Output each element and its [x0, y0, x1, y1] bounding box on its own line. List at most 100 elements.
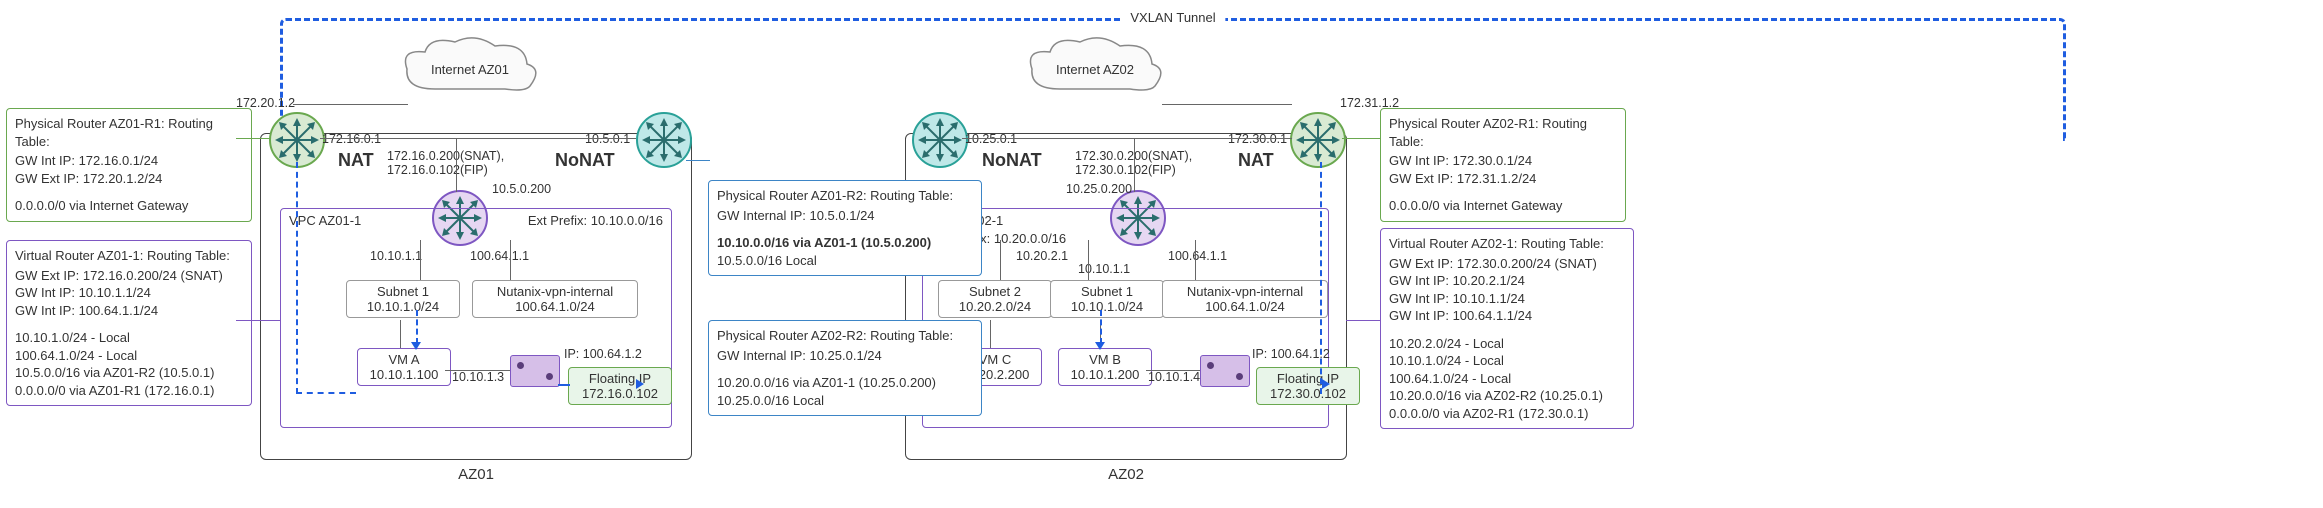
fip-az01: Floating IP 172.16.0.102: [568, 367, 672, 405]
az01-vr-sub1: 10.10.1.1: [370, 249, 422, 263]
vpn-az02-cidr: 100.64.1.0/24: [1169, 299, 1321, 314]
virt-r-az01-r4: 0.0.0.0/0 via AZ01-R1 (172.16.0.1): [15, 382, 243, 400]
phys-r1-az02-l3: 0.0.0.0/0 via Internet Gateway: [1389, 197, 1617, 215]
az02-vm-to-vpn: 10.10.1.4: [1148, 370, 1200, 384]
vpn-appliance-az02: [1200, 355, 1250, 387]
vpn-ip-az01: IP: 100.64.1.2: [564, 347, 642, 361]
subnet1-az01: Subnet 1 10.10.1.0/24: [346, 280, 460, 318]
vm-a-ip: 10.10.1.100: [364, 367, 444, 382]
vpn-az01-name: Nutanix-vpn-internal: [479, 284, 631, 299]
az01-r1-int: 172.16.0.1: [322, 132, 381, 146]
phys-r2-az02-box: Physical Router AZ02-R2: Routing Table: …: [708, 320, 982, 416]
fip-az02: Floating IP 172.30.0.102: [1256, 367, 1360, 405]
phys-r1-az01-l1: GW Int IP: 172.16.0.1/24: [15, 152, 243, 170]
az01-r2-int: 10.5.0.1: [585, 132, 630, 146]
router-az01-r2: [636, 112, 692, 168]
virt-r-az01-title: Virtual Router AZ01-1: Routing Table:: [15, 247, 243, 265]
az02-r1-int: 172.30.0.1: [1228, 132, 1287, 146]
virt-r-az01-l1: GW Ext IP: 172.16.0.200/24 (SNAT): [15, 267, 243, 285]
virt-r-az02-l1: GW Ext IP: 172.30.0.200/24 (SNAT): [1389, 255, 1625, 273]
vm-b-name: VM B: [1065, 352, 1145, 367]
subnet1-az02-name: Subnet 1: [1057, 284, 1157, 299]
vm-a: VM A 10.10.1.100: [357, 348, 451, 386]
phys-r1-az02-title: Physical Router AZ02-R1: Routing Table:: [1389, 115, 1617, 150]
phys-r2-az01-r2: 10.5.0.0/16 Local: [717, 252, 973, 270]
phys-r2-az01-r1: 10.10.0.0/16 via AZ01-1 (10.5.0.200): [717, 234, 973, 252]
subnet1-az02-cidr: 10.10.1.0/24: [1057, 299, 1157, 314]
phys-r2-az01-l1: GW Internal IP: 10.5.0.1/24: [717, 207, 973, 225]
az02-r2-vr: 10.25.0.200: [1066, 182, 1132, 196]
subnet1-az01-cidr: 10.10.1.0/24: [353, 299, 453, 314]
cloud-az01-label: Internet AZ01: [395, 62, 545, 77]
virt-r-az02-r1: 10.20.2.0/24 - Local: [1389, 335, 1625, 353]
fip-az01-ip: 172.16.0.102: [575, 386, 665, 401]
fip-az01-label: Floating IP: [575, 371, 665, 386]
az02-vr-vpn: 100.64.1.1: [1168, 249, 1227, 263]
nat-az02: NAT: [1238, 150, 1274, 171]
virt-r-az02-r2: 10.10.1.0/24 - Local: [1389, 352, 1625, 370]
virt-r-az02-r3: 100.64.1.0/24 - Local: [1389, 370, 1625, 388]
virt-r-az01-l2: GW Int IP: 10.10.1.1/24: [15, 284, 243, 302]
fip-az02-label: Floating IP: [1263, 371, 1353, 386]
az02-vr-sub2: 10.20.2.1: [1016, 249, 1068, 263]
phys-r2-az01-box: Physical Router AZ01-R2: Routing Table: …: [708, 180, 982, 276]
router-az02-r1: [1290, 112, 1346, 168]
az01-vr-vpn: 100.64.1.1: [470, 249, 529, 263]
az01-r2-vr: 10.5.0.200: [492, 182, 551, 196]
subnet1-az01-name: Subnet 1: [353, 284, 453, 299]
phys-r2-az02-title: Physical Router AZ02-R2: Routing Table:: [717, 327, 973, 345]
vm-a-name: VM A: [364, 352, 444, 367]
vpn-ip-az02: IP: 100.64.1.2: [1252, 347, 1330, 361]
router-az01-r1: [269, 112, 325, 168]
nat-az01: NAT: [338, 150, 374, 171]
phys-r1-az01-box: Physical Router AZ01-R1: Routing Table: …: [6, 108, 252, 222]
virt-r-az02-l3: GW Int IP: 10.10.1.1/24: [1389, 290, 1625, 308]
subnet1-az02: Subnet 1 10.10.1.0/24: [1050, 280, 1164, 318]
az01-r1-vr: 172.16.0.200(SNAT), 172.16.0.102(FIP): [387, 149, 504, 177]
vpn-az02: Nutanix-vpn-internal 100.64.1.0/24: [1162, 280, 1328, 318]
virt-r-az01-r1: 10.10.1.0/24 - Local: [15, 329, 243, 347]
virt-r-az02-box: Virtual Router AZ02-1: Routing Table: GW…: [1380, 228, 1634, 429]
phys-r2-az02-r2: 10.25.0.0/16 Local: [717, 392, 973, 410]
phys-r1-az02-box: Physical Router AZ02-R1: Routing Table: …: [1380, 108, 1626, 222]
phys-r1-az01-title: Physical Router AZ01-R1: Routing Table:: [15, 115, 243, 150]
az02-label: AZ02: [1108, 466, 1144, 483]
virt-r-az01-r3: 10.5.0.0/16 via AZ01-R2 (10.5.0.1): [15, 364, 243, 382]
virt-r-az01-box: Virtual Router AZ01-1: Routing Table: GW…: [6, 240, 252, 406]
vpn-az01: Nutanix-vpn-internal 100.64.1.0/24: [472, 280, 638, 318]
virt-r-az02-r5: 0.0.0.0/0 via AZ02-R1 (172.30.0.1): [1389, 405, 1625, 423]
vpn-az02-name: Nutanix-vpn-internal: [1169, 284, 1321, 299]
router-az02-r2: [912, 112, 968, 168]
vm-b: VM B 10.10.1.200: [1058, 348, 1152, 386]
az01-vm-to-vpn: 10.10.1.3: [452, 370, 504, 384]
phys-r1-az02-l2: GW Ext IP: 172.31.1.2/24: [1389, 170, 1617, 188]
phys-r1-az01-l2: GW Ext IP: 172.20.1.2/24: [15, 170, 243, 188]
phys-r2-az02-l1: GW Internal IP: 10.25.0.1/24: [717, 347, 973, 365]
nonat-az02: NoNAT: [982, 150, 1042, 171]
phys-r1-az01-l3: 0.0.0.0/0 via Internet Gateway: [15, 197, 243, 215]
subnet2-az02-cidr: 10.20.2.0/24: [945, 299, 1045, 314]
virt-r-az01-l3: GW Int IP: 100.64.1.1/24: [15, 302, 243, 320]
az02-vr-sub1: 10.10.1.1: [1078, 262, 1130, 276]
virt-r-az02-l2: GW Int IP: 10.20.2.1/24: [1389, 272, 1625, 290]
cloud-az02-label: Internet AZ02: [1020, 62, 1170, 77]
subnet2-az02: Subnet 2 10.20.2.0/24: [938, 280, 1052, 318]
virt-r-az01-r2: 100.64.1.0/24 - Local: [15, 347, 243, 365]
cloud-az01: Internet AZ01: [395, 34, 545, 104]
nonat-az01: NoNAT: [555, 150, 615, 171]
vpn-appliance-az01: [510, 355, 560, 387]
az02-r2-int: 10.25.0.1: [965, 132, 1017, 146]
virt-r-az02-title: Virtual Router AZ02-1: Routing Table:: [1389, 235, 1625, 253]
vm-b-ip: 10.10.1.200: [1065, 367, 1145, 382]
vpn-az01-cidr: 100.64.1.0/24: [479, 299, 631, 314]
vxlan-label: VXLAN Tunnel: [1120, 10, 1225, 25]
phys-r2-az01-title: Physical Router AZ01-R2: Routing Table:: [717, 187, 973, 205]
phys-r1-az02-l1: GW Int IP: 172.30.0.1/24: [1389, 152, 1617, 170]
az01-label: AZ01: [458, 466, 494, 483]
cloud-az02: Internet AZ02: [1020, 34, 1170, 104]
fip-az02-ip: 172.30.0.102: [1263, 386, 1353, 401]
phys-r2-az02-r1: 10.20.0.0/16 via AZ01-1 (10.25.0.200): [717, 374, 973, 392]
subnet2-az02-name: Subnet 2: [945, 284, 1045, 299]
virt-r-az02-r4: 10.20.0.0/16 via AZ02-R2 (10.25.0.1): [1389, 387, 1625, 405]
vpc-az01-ext: Ext Prefix: 10.10.0.0/16: [528, 213, 663, 228]
